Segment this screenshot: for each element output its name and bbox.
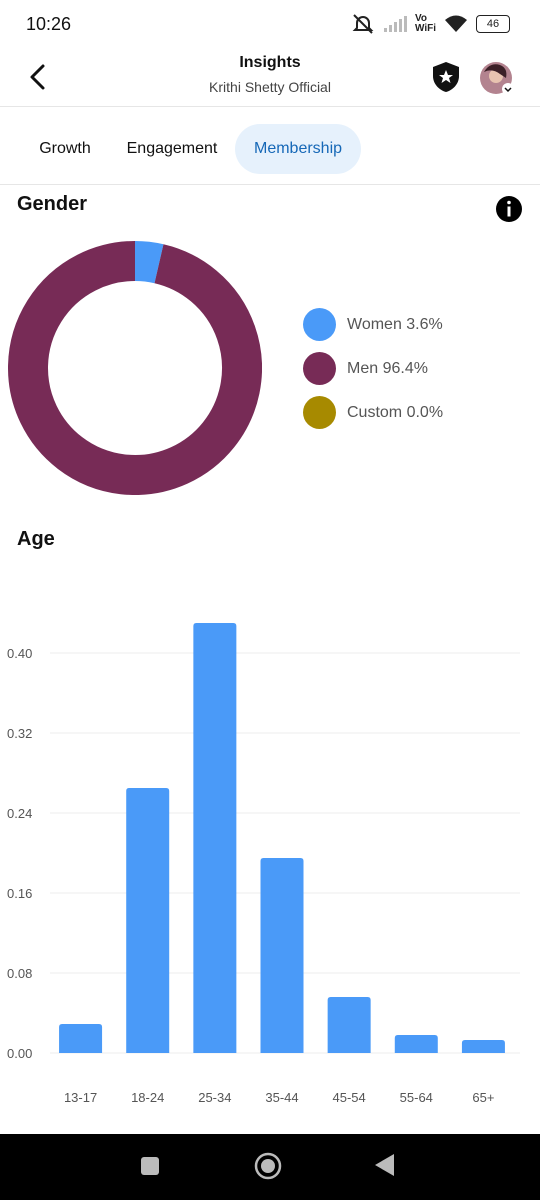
bar-18-24 [126, 788, 170, 1053]
x-tick-label: 35-44 [265, 1090, 298, 1105]
gender-title: Gender [17, 193, 88, 215]
x-tick-label: 25-34 [198, 1090, 231, 1105]
donut-slice-men [8, 241, 262, 495]
gender-donut-chart [8, 241, 262, 495]
y-tick-label: 0.24 [7, 806, 32, 821]
age-title: Age [17, 528, 55, 550]
x-tick-label: 55-64 [400, 1090, 433, 1105]
y-tick-label: 0.32 [7, 726, 32, 741]
system-nav-bar [0, 1134, 540, 1200]
tab-growth[interactable]: Growth [22, 124, 108, 174]
bar-35-44 [260, 858, 304, 1053]
y-tick-label: 0.08 [7, 966, 32, 981]
bar-65+ [461, 1040, 505, 1053]
age-bar-chart: 0.00 0.08 0.16 0.24 0.32 0.40 13-17 18-24 25-34 3… [7, 623, 520, 1105]
legend-dot-men [303, 352, 336, 385]
battery-icon: 46 [476, 15, 510, 33]
bar-55-64 [394, 1035, 438, 1053]
signal-icon [383, 16, 407, 32]
legend-label-women: Women 3.6% [347, 316, 443, 333]
legend-dot-women [303, 308, 336, 341]
y-tick-label: 0.40 [7, 646, 32, 661]
battery-level: 46 [486, 18, 500, 30]
x-tick-label: 45-54 [333, 1090, 366, 1105]
wifi-icon [445, 15, 467, 32]
bar-45-54 [327, 997, 371, 1053]
home-circle-icon[interactable] [254, 1152, 282, 1180]
tab-engagement[interactable]: Engagement [114, 124, 230, 174]
status-time: 10:26 [26, 14, 72, 34]
app-header: Insights Krithi Shetty Official [0, 48, 540, 107]
shield-star-icon[interactable] [430, 60, 462, 94]
vowifi-bottom: WiFi [414, 23, 436, 34]
profile-avatar[interactable] [478, 60, 514, 96]
x-tick-label: 18-24 [131, 1090, 164, 1105]
donut-slice-women [134, 241, 164, 284]
status-bar: 10:26 Vo WiFi 46 [0, 0, 540, 48]
legend-label-custom: Custom 0.0% [347, 404, 444, 421]
back-triangle-icon[interactable] [374, 1153, 396, 1177]
bar-25-34 [193, 623, 237, 1053]
y-tick-label: 0.00 [7, 1046, 32, 1061]
recents-square-icon[interactable] [140, 1156, 160, 1176]
vowifi-icon: Vo WiFi [415, 14, 436, 34]
x-tick-label: 13-17 [64, 1090, 97, 1105]
x-tick-label: 65+ [472, 1090, 494, 1105]
insights-tabs: Growth Engagement Membership [0, 118, 540, 185]
legend-dot-custom [303, 396, 336, 429]
info-icon[interactable] [496, 196, 522, 222]
mute-alarm-icon [352, 14, 374, 34]
bar-13-17 [59, 1024, 103, 1053]
y-tick-label: 0.16 [7, 886, 32, 901]
tab-membership[interactable]: Membership [235, 124, 361, 174]
status-icons: Vo WiFi 46 [351, 12, 510, 36]
legend-label-men: Men 96.4% [347, 360, 428, 377]
